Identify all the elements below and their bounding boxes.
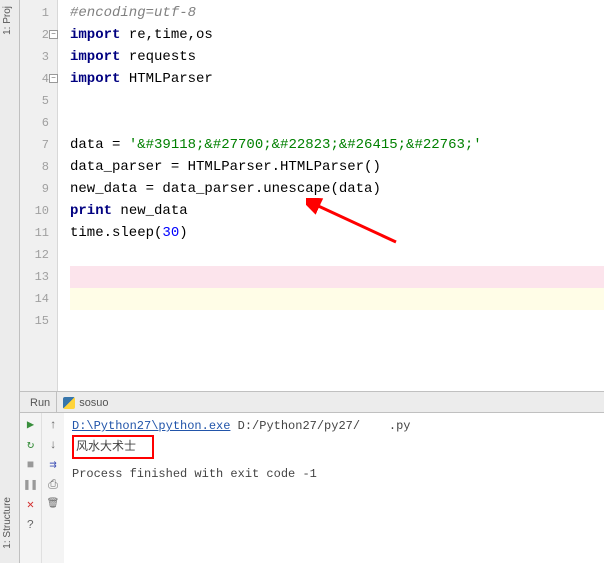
output-line: Process finished with exit code -1 — [72, 465, 596, 483]
print-icon[interactable]: ⎙ — [45, 477, 61, 493]
line-number: 15 — [20, 310, 57, 332]
code-line — [70, 266, 604, 288]
help-icon[interactable]: ? — [23, 517, 39, 533]
line-number: 9 — [20, 178, 57, 200]
close-icon[interactable]: ✕ — [23, 497, 39, 513]
line-number: 6 — [20, 112, 57, 134]
code-line: #encoding=utf-8 — [70, 2, 604, 24]
code-line: import HTMLParser — [70, 68, 604, 90]
line-number: 14 — [20, 288, 57, 310]
line-number: 8 — [20, 156, 57, 178]
code-line: import re,time,os — [70, 24, 604, 46]
run-toolbar-right: ↑ ↓ ⇉ ⎙ 🗑 — [42, 413, 64, 563]
run-tab-label[interactable]: Run — [24, 392, 57, 412]
rerun-icon[interactable]: ↻ — [23, 437, 39, 453]
up-icon[interactable]: ↑ — [45, 417, 61, 433]
run-panel: ▶ ↻ ■ ❚❚ ✕ ? ↑ ↓ ⇉ ⎙ 🗑 D:\Python27\pytho… — [20, 413, 604, 563]
code-line-current — [70, 288, 604, 310]
run-output[interactable]: D:\Python27\python.exe D:/Python27/py27/… — [64, 413, 604, 563]
softwrap-icon[interactable]: ⇉ — [45, 457, 61, 473]
output-line: 风水大术士 — [72, 435, 596, 459]
code-line — [70, 112, 604, 134]
code-line: new_data = data_parser.unescape(data) — [70, 178, 604, 200]
code-line — [70, 310, 604, 332]
gutter: 1 2− 3 4− 5 6 7 8 9 10 11 12 13 14 15 — [20, 0, 58, 391]
line-number: 2− — [20, 24, 57, 46]
code-area[interactable]: #encoding=utf-8 import re,time,os import… — [58, 0, 604, 391]
line-number: 4− — [20, 68, 57, 90]
highlight-box: 风水大术士 — [72, 435, 154, 459]
line-number: 13 — [20, 266, 57, 288]
code-line: data_parser = HTMLParser.HTMLParser() — [70, 156, 604, 178]
code-line — [70, 244, 604, 266]
code-line: import requests — [70, 46, 604, 68]
line-number: 12 — [20, 244, 57, 266]
output-line: D:\Python27\python.exe D:/Python27/py27/… — [72, 417, 596, 435]
python-icon — [63, 397, 75, 409]
tab-structure[interactable]: 1: Structure — [0, 491, 15, 555]
line-number: 5 — [20, 90, 57, 112]
fold-icon[interactable]: − — [49, 74, 58, 83]
play-icon[interactable]: ▶ — [23, 417, 39, 433]
code-line: data = '&#39118;&#27700;&#22823;&#26415;… — [70, 134, 604, 156]
tab-project[interactable]: 1: Proj — [0, 0, 15, 41]
line-number: 1 — [20, 2, 57, 24]
line-number: 10 — [20, 200, 57, 222]
run-config-name[interactable]: sosuo — [57, 392, 114, 412]
left-tool-tabs: 1: Proj 1: Structure — [0, 0, 20, 563]
stop-icon[interactable]: ■ — [23, 457, 39, 473]
run-panel-header: Run sosuo — [20, 391, 604, 413]
fold-icon[interactable]: − — [49, 30, 58, 39]
down-icon[interactable]: ↓ — [45, 437, 61, 453]
trash-icon[interactable]: 🗑 — [45, 497, 61, 513]
pause-icon[interactable]: ❚❚ — [23, 477, 39, 493]
code-line — [70, 90, 604, 112]
line-number: 7 — [20, 134, 57, 156]
line-number: 3 — [20, 46, 57, 68]
code-editor[interactable]: 1 2− 3 4− 5 6 7 8 9 10 11 12 13 14 15 #e… — [20, 0, 604, 391]
code-line: time.sleep(30) — [70, 222, 604, 244]
run-toolbar-left: ▶ ↻ ■ ❚❚ ✕ ? — [20, 413, 42, 563]
code-line: print new_data — [70, 200, 604, 222]
line-number: 11 — [20, 222, 57, 244]
